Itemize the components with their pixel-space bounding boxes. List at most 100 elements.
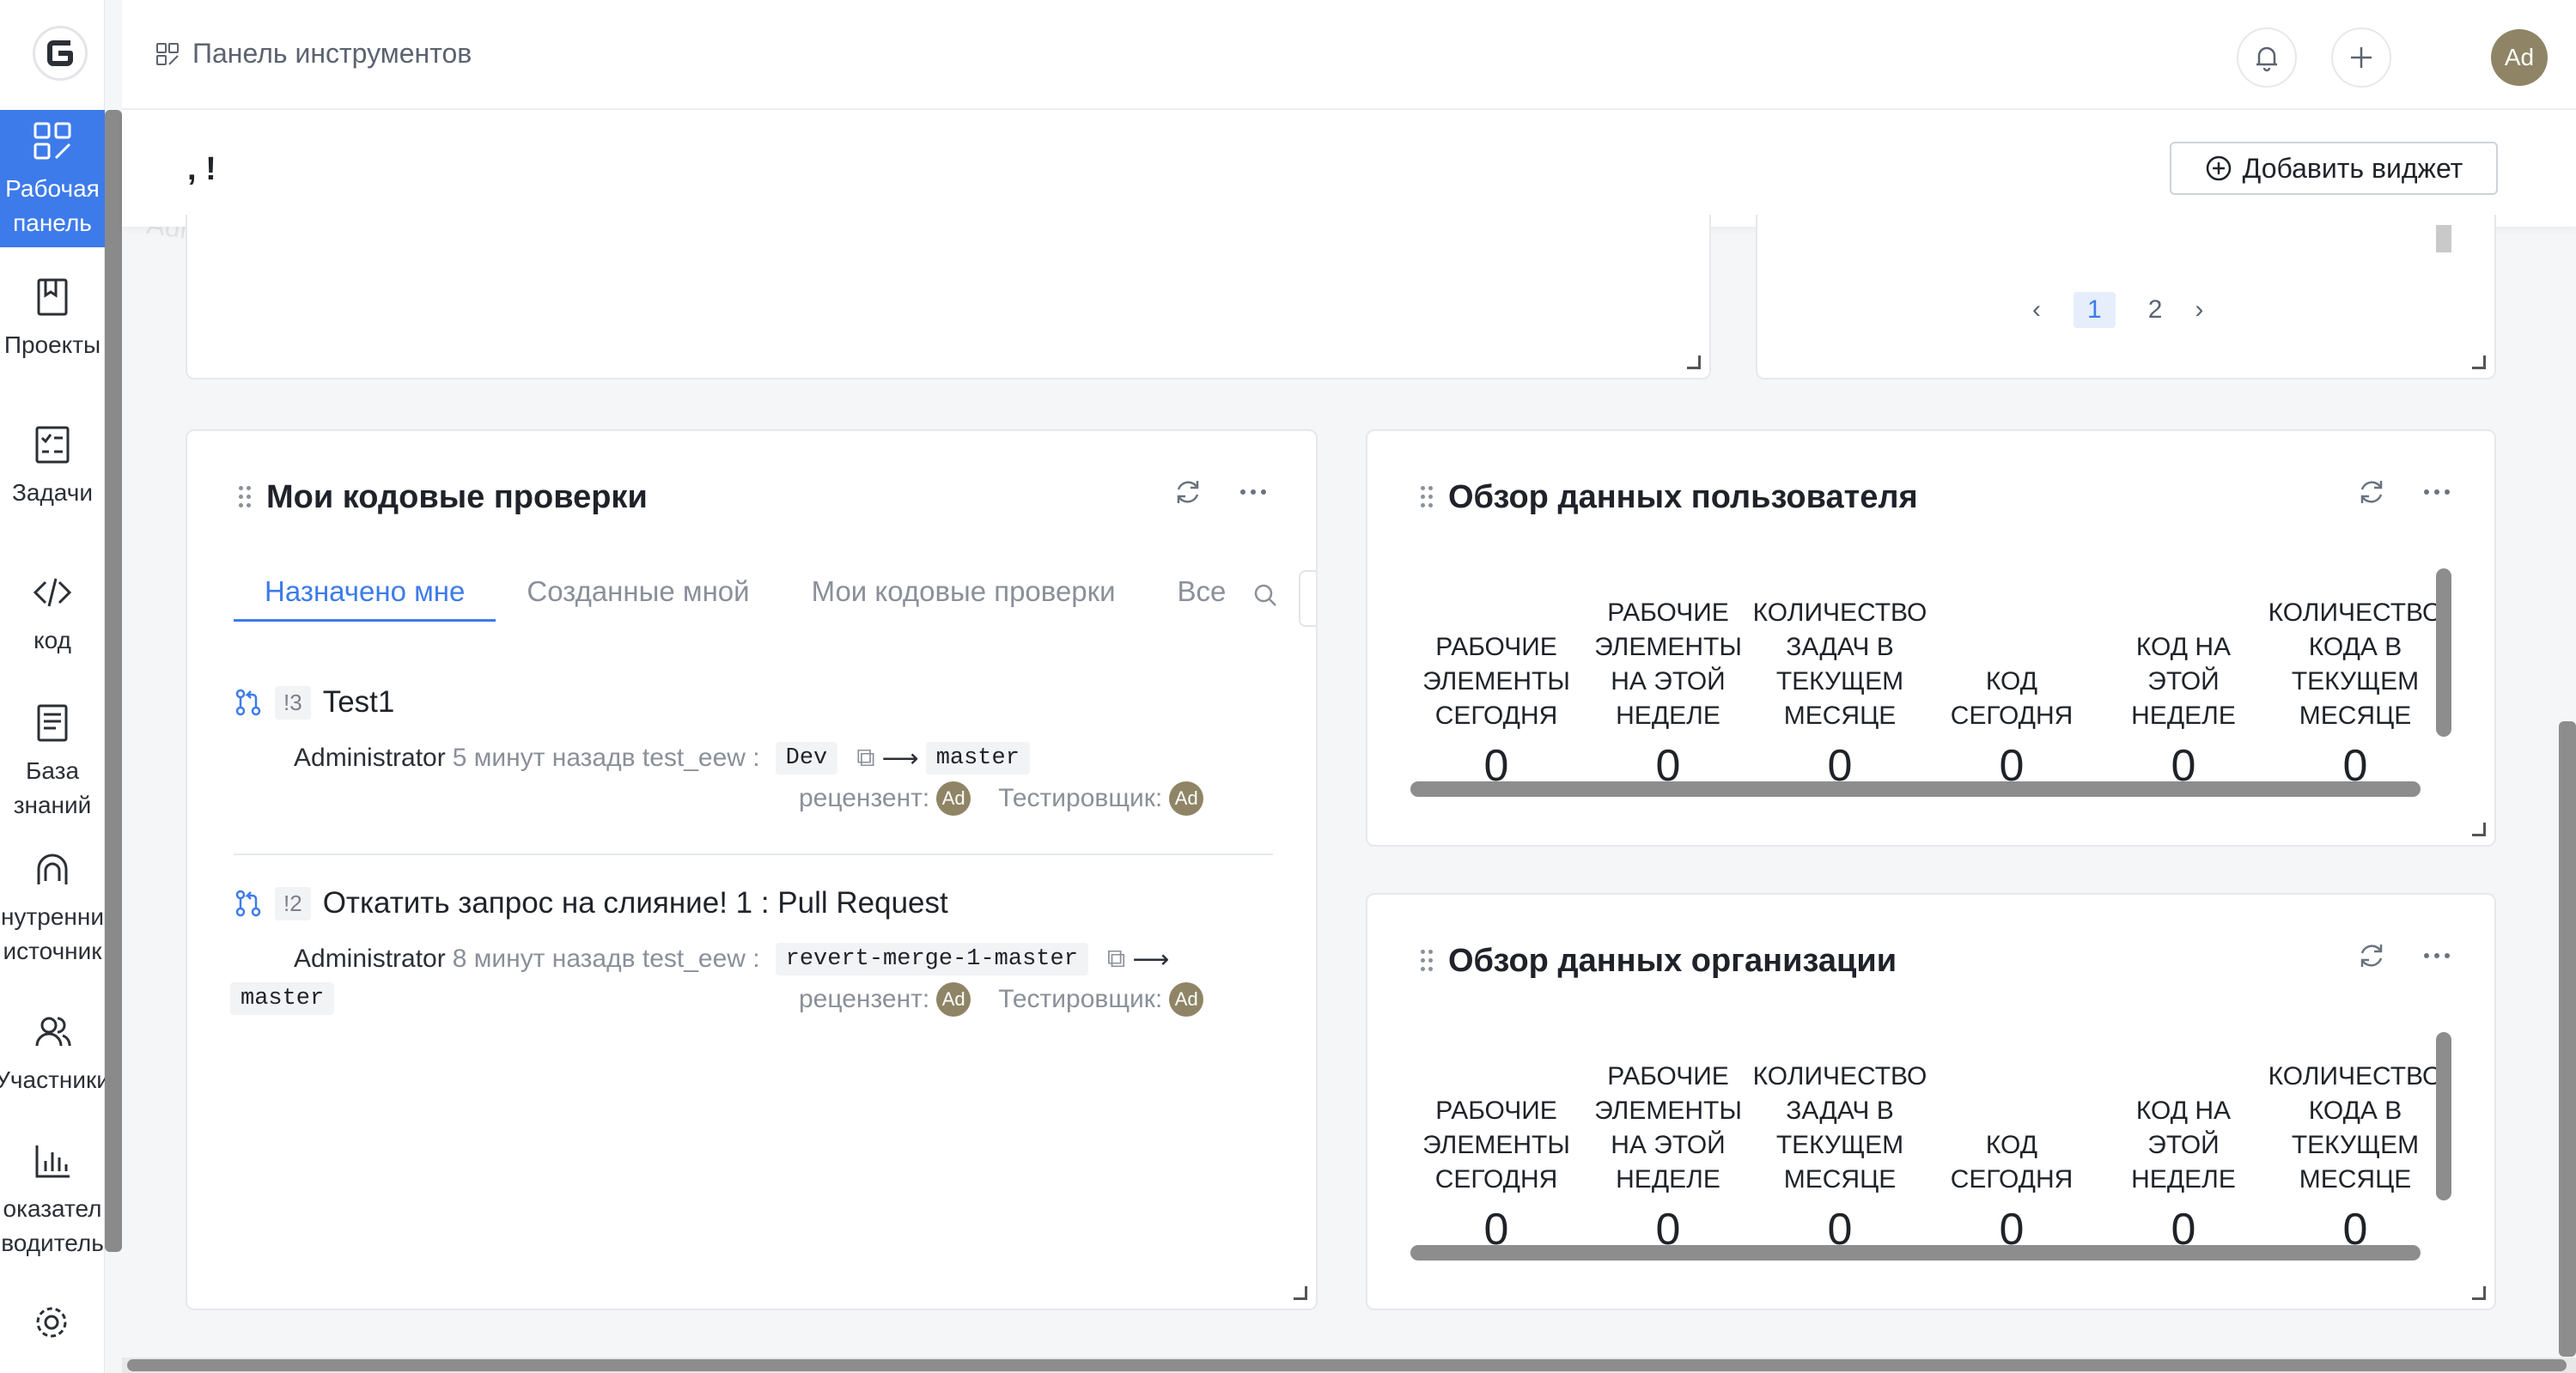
- widget-scrollbar[interactable]: [2436, 225, 2451, 252]
- refresh-icon[interactable]: [1172, 476, 1204, 508]
- tab-all[interactable]: Все: [1147, 567, 1258, 622]
- stat-item: РАБОЧИЕ ЭЛЕМЕНТЫ СЕГОДНЯ 0: [1410, 1058, 1582, 1255]
- sidebar-item-dashboard[interactable]: Рабочая панель: [0, 110, 105, 247]
- mr-meta: Administrator 5 минут назадв test_eew : …: [294, 742, 1030, 775]
- create-button[interactable]: [2331, 27, 2391, 88]
- breadcrumb[interactable]: Панель инструментов: [155, 38, 472, 70]
- stat-label: КОД НА ЭТОЙ НЕДЕЛЕ: [2131, 633, 2236, 730]
- drag-handle-icon[interactable]: [1421, 949, 1433, 974]
- stat-label: КОЛИЧЕСТВО ЗАДАЧ В ТЕКУЩЕМ МЕСЯЦЕ: [1752, 598, 1927, 730]
- sidebar-item-label: источник: [3, 938, 102, 964]
- drag-handle-icon[interactable]: [1421, 485, 1433, 510]
- sidebar-item-members[interactable]: Участники: [0, 1010, 110, 1097]
- tab-my-reviews[interactable]: Мои кодовые проверки: [781, 567, 1147, 622]
- refresh-icon[interactable]: [2355, 939, 2388, 972]
- reviewer-label: рецензент:: [799, 784, 930, 812]
- copy-icon[interactable]: ⧉: [1107, 945, 1125, 974]
- resize-handle[interactable]: [1687, 355, 1701, 369]
- search-input[interactable]: [1299, 570, 1316, 627]
- sidebar-scrollbar[interactable]: [105, 110, 122, 1252]
- org-overview-widget: Обзор данных организации РАБОЧИЕ ЭЛЕМЕНТ…: [1366, 893, 2496, 1310]
- reviewer-avatar: Ad: [936, 982, 971, 1017]
- sidebar-item-metrics[interactable]: оказател водитель: [0, 1139, 105, 1261]
- user-overview-widget: Обзор данных пользователя РАБОЧИЕ ЭЛЕМЕН…: [1366, 429, 2496, 847]
- sidebar-item-label: База: [25, 757, 80, 784]
- widget-header: Обзор данных организации: [1421, 943, 1897, 980]
- reviewer-label: рецензент:: [799, 985, 930, 1013]
- user-avatar[interactable]: Ad: [2491, 29, 2548, 86]
- dashboard-icon: [33, 122, 71, 160]
- sidebar-item-knowledge-base[interactable]: База знаний: [0, 701, 105, 823]
- sidebar-item-internal-sources[interactable]: нутренни источник: [0, 847, 105, 969]
- vertical-scrollbar[interactable]: [2436, 1032, 2451, 1200]
- notifications-button[interactable]: [2237, 27, 2297, 88]
- checklist-icon: [35, 426, 70, 464]
- list-item[interactable]: !3 Test1 Administrator 5 минут назадв te…: [234, 685, 1316, 848]
- code-reviews-widget: Мои кодовые проверки Назначено мне Созда…: [186, 429, 1318, 1310]
- next-page-icon[interactable]: ›: [2195, 295, 2203, 325]
- mr-reviewers: рецензент: Ad Тестировщик: Ad: [799, 781, 1204, 816]
- page-vertical-scrollbar[interactable]: [2559, 721, 2576, 1357]
- welcome-bar: , ! Добавить виджет: [122, 110, 2576, 227]
- plus-icon: [2351, 47, 2372, 68]
- welcome-text: , !: [187, 151, 216, 187]
- search-icon[interactable]: [1252, 582, 1278, 612]
- widget-top-left: [186, 215, 1711, 380]
- arrow-right-icon: ⟶: [1132, 945, 1170, 974]
- sidebar-item-code[interactable]: код: [0, 570, 105, 658]
- sidebar-item-label: Проекты: [3, 331, 101, 358]
- tab-created-by-me[interactable]: Созданные мной: [496, 567, 780, 622]
- copy-icon[interactable]: ⧉: [856, 744, 874, 773]
- merge-request-icon: [235, 689, 261, 716]
- drag-handle-icon[interactable]: [239, 485, 251, 510]
- page-2[interactable]: 2: [2148, 295, 2163, 325]
- source-branch: revert-merge-1-master: [775, 943, 1088, 975]
- resize-handle[interactable]: [2472, 823, 2486, 836]
- stat-label: РАБОЧИЕ ЭЛЕМЕНТЫ НА ЭТОЙ НЕДЕЛЕ: [1594, 1062, 1742, 1194]
- scrollbar-thumb[interactable]: [127, 1359, 2567, 1371]
- tester-avatar: Ad: [1169, 982, 1204, 1017]
- mr-title[interactable]: Test1: [323, 685, 395, 720]
- widget-actions: [2355, 939, 2453, 972]
- horizontal-scrollbar[interactable]: [1410, 781, 2421, 797]
- stat-item: КОЛИЧЕСТВО ЗАДАЧ В ТЕКУЩЕМ МЕСЯЦЕ 0: [1752, 1058, 1927, 1255]
- review-tabs: Назначено мне Созданные мной Мои кодовые…: [234, 567, 1316, 622]
- tab-assigned-to-me[interactable]: Назначено мне: [234, 567, 496, 622]
- resize-handle[interactable]: [1294, 1286, 1307, 1300]
- page-horizontal-scrollbar[interactable]: [122, 1358, 2576, 1373]
- widget-title: Обзор данных организации: [1448, 943, 1897, 979]
- more-icon[interactable]: [2421, 939, 2453, 972]
- widget-header: Обзор данных пользователя: [1421, 479, 1918, 516]
- resize-handle[interactable]: [2472, 1286, 2486, 1300]
- sidebar-item-projects[interactable]: Проекты: [0, 275, 105, 362]
- mr-author: Administrator: [294, 744, 446, 772]
- tester-label: Тестировщик:: [998, 784, 1163, 812]
- settings-button[interactable]: [33, 1303, 70, 1346]
- horizontal-scrollbar[interactable]: [1410, 1245, 2421, 1261]
- resize-handle[interactable]: [2472, 355, 2486, 369]
- sidebar-item-tasks[interactable]: Задачи: [0, 422, 105, 510]
- mr-title-row: !3 Test1: [234, 685, 1316, 720]
- vertical-scrollbar[interactable]: [2436, 568, 2451, 737]
- refresh-icon[interactable]: [2355, 476, 2388, 508]
- stat-item: КОД СЕГОДНЯ 0: [1926, 1058, 2098, 1255]
- mr-author: Administrator: [294, 945, 446, 973]
- app-logo[interactable]: [33, 26, 88, 81]
- widget-actions: [2355, 476, 2453, 508]
- source-branch: Dev: [775, 742, 838, 775]
- mr-title[interactable]: Откатить запрос на слияние! 1 : Pull Req…: [323, 886, 948, 920]
- list-item[interactable]: !2 Откатить запрос на слияние! 1 : Pull …: [230, 886, 1316, 1058]
- stat-label: КОЛИЧЕСТВО КОДА В ТЕКУЩЕМ МЕСЯЦЕ: [2268, 1062, 2443, 1194]
- plus-circle-icon: [2206, 155, 2231, 181]
- sidebar-item-label: знаний: [13, 792, 92, 818]
- more-icon[interactable]: [2421, 476, 2453, 508]
- add-widget-label: Добавить виджет: [2242, 152, 2463, 184]
- add-widget-button[interactable]: Добавить виджет: [2170, 142, 2498, 195]
- sidebar-item-label: код: [33, 627, 71, 653]
- stat-label: КОЛИЧЕСТВО ЗАДАЧ В ТЕКУЩЕМ МЕСЯЦЕ: [1752, 1062, 1927, 1194]
- mr-time: 8 минут назадв test_eew :: [452, 945, 760, 973]
- prev-page-icon[interactable]: ‹: [2032, 295, 2041, 325]
- stat-item: РАБОЧИЕ ЭЛЕМЕНТЫ СЕГОДНЯ 0: [1410, 594, 1582, 792]
- page-1[interactable]: 1: [2074, 292, 2116, 328]
- more-icon[interactable]: [1237, 476, 1270, 508]
